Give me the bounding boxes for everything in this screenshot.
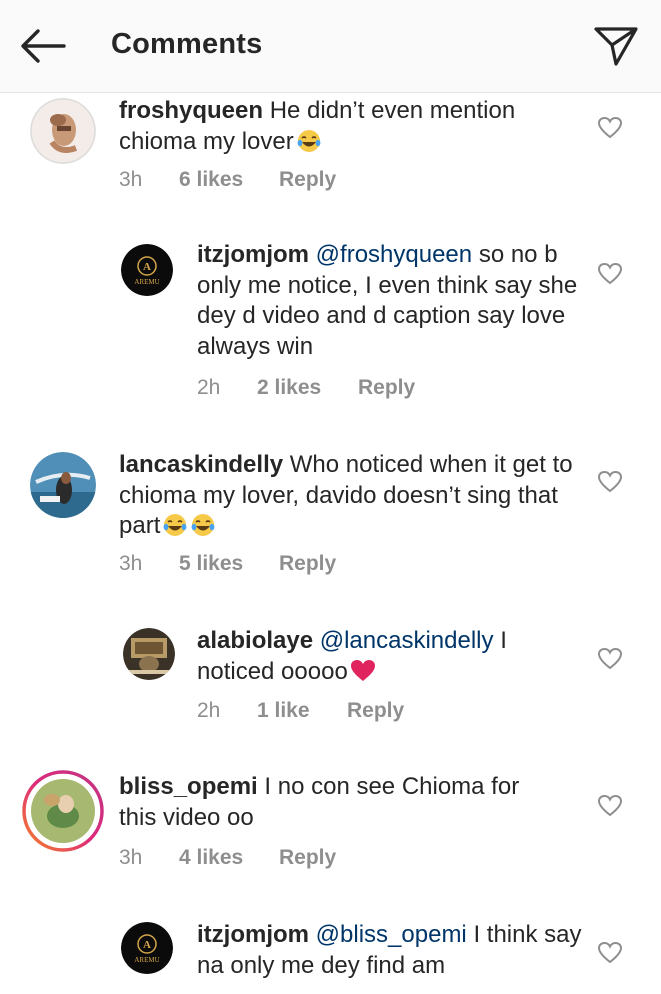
comment-meta: 2h 2 likes Reply [197,376,415,400]
red-heart-emoji-icon [350,659,375,681]
like-heart-icon[interactable] [597,794,623,818]
reply-button[interactable]: Reply [279,846,336,870]
comment-text: lancaskindelly Who noticed when it get t… [119,450,589,542]
comment-text: froshyqueen He didn’t even mention chiom… [119,96,559,157]
mention-link[interactable]: @bliss_opemi [316,921,467,948]
like-heart-icon[interactable] [597,647,623,671]
laughing-emoji-icon [191,514,215,536]
comment-username[interactable]: itzjomjom [197,921,309,948]
avatar-story-ring[interactable] [22,770,104,852]
laughing-emoji-icon [163,514,187,536]
svg-text:A: A [143,939,151,951]
comment-meta: 3h 6 likes Reply [119,168,336,192]
like-heart-icon[interactable] [597,941,623,965]
comment-time: 2h [197,376,221,399]
comment-text: alabiolaye @lancaskindelly I noticed ooo… [197,626,582,687]
comment: lancaskindelly Who noticed when it get t… [0,446,661,586]
like-heart-icon[interactable] [597,262,623,286]
comment-likes[interactable]: 2 likes [257,376,358,400]
comment: froshyqueen He didn’t even mention chiom… [0,92,661,217]
comment-time: 3h [119,846,143,869]
header-bar: Comments [0,0,661,93]
comment-username[interactable]: froshyqueen [119,97,263,124]
comment-username[interactable]: lancaskindelly [119,451,283,478]
avatar-logo-text: AREMU [134,278,159,286]
comment-likes[interactable]: 5 likes [179,552,279,576]
page-title: Comments [111,28,263,60]
reply-button[interactable]: Reply [279,168,336,192]
comment-time: 3h [119,552,143,575]
comment-text: bliss_opemi I no con see Chioma for this… [119,772,559,833]
comment-likes[interactable]: 4 likes [179,846,279,870]
avatar-logo-text: AREMU [134,956,159,964]
mention-link[interactable]: @lancaskindelly [320,627,494,654]
comment-text: itzjomjom @froshyqueen so no b only me n… [197,240,582,362]
comment-reply: A AREMU itzjomjom @froshyqueen so no b o… [0,236,661,426]
comment-time: 2h [197,699,221,722]
send-paper-plane-icon[interactable] [593,24,639,68]
comment-username[interactable]: itzjomjom [197,241,309,268]
comment-meta: 2h 1 like Reply [197,699,404,723]
avatar[interactable] [30,98,96,164]
laughing-emoji-icon [297,129,321,152]
back-arrow-icon[interactable] [18,26,68,66]
comment-meta: 3h 5 likes Reply [119,552,336,576]
reply-button[interactable]: Reply [347,699,404,723]
mention-link[interactable]: @froshyqueen [316,241,472,268]
like-heart-icon[interactable] [597,470,623,494]
comment: bliss_opemi I no con see Chioma for this… [0,770,661,890]
comment-time: 3h [119,168,143,191]
like-heart-icon[interactable] [597,116,623,140]
comment-meta: 3h 4 likes Reply [119,846,336,870]
comment-text: itzjomjom @bliss_opemi I think say na on… [197,920,582,981]
avatar[interactable]: A AREMU [121,244,173,296]
comment-username[interactable]: alabiolaye [197,627,313,654]
reply-button[interactable]: Reply [358,376,415,400]
comment-username[interactable]: bliss_opemi [119,773,258,800]
comment-reply: A AREMU itzjomjom @bliss_opemi I think s… [0,914,661,994]
avatar[interactable]: A AREMU [121,922,173,974]
comment-likes[interactable]: 1 like [257,699,347,723]
reply-button[interactable]: Reply [279,552,336,576]
svg-text:A: A [143,261,151,273]
comment-likes[interactable]: 6 likes [179,168,279,192]
comment-reply: alabiolaye @lancaskindelly I noticed ooo… [0,622,661,742]
avatar[interactable] [123,628,175,680]
avatar[interactable] [30,452,96,518]
